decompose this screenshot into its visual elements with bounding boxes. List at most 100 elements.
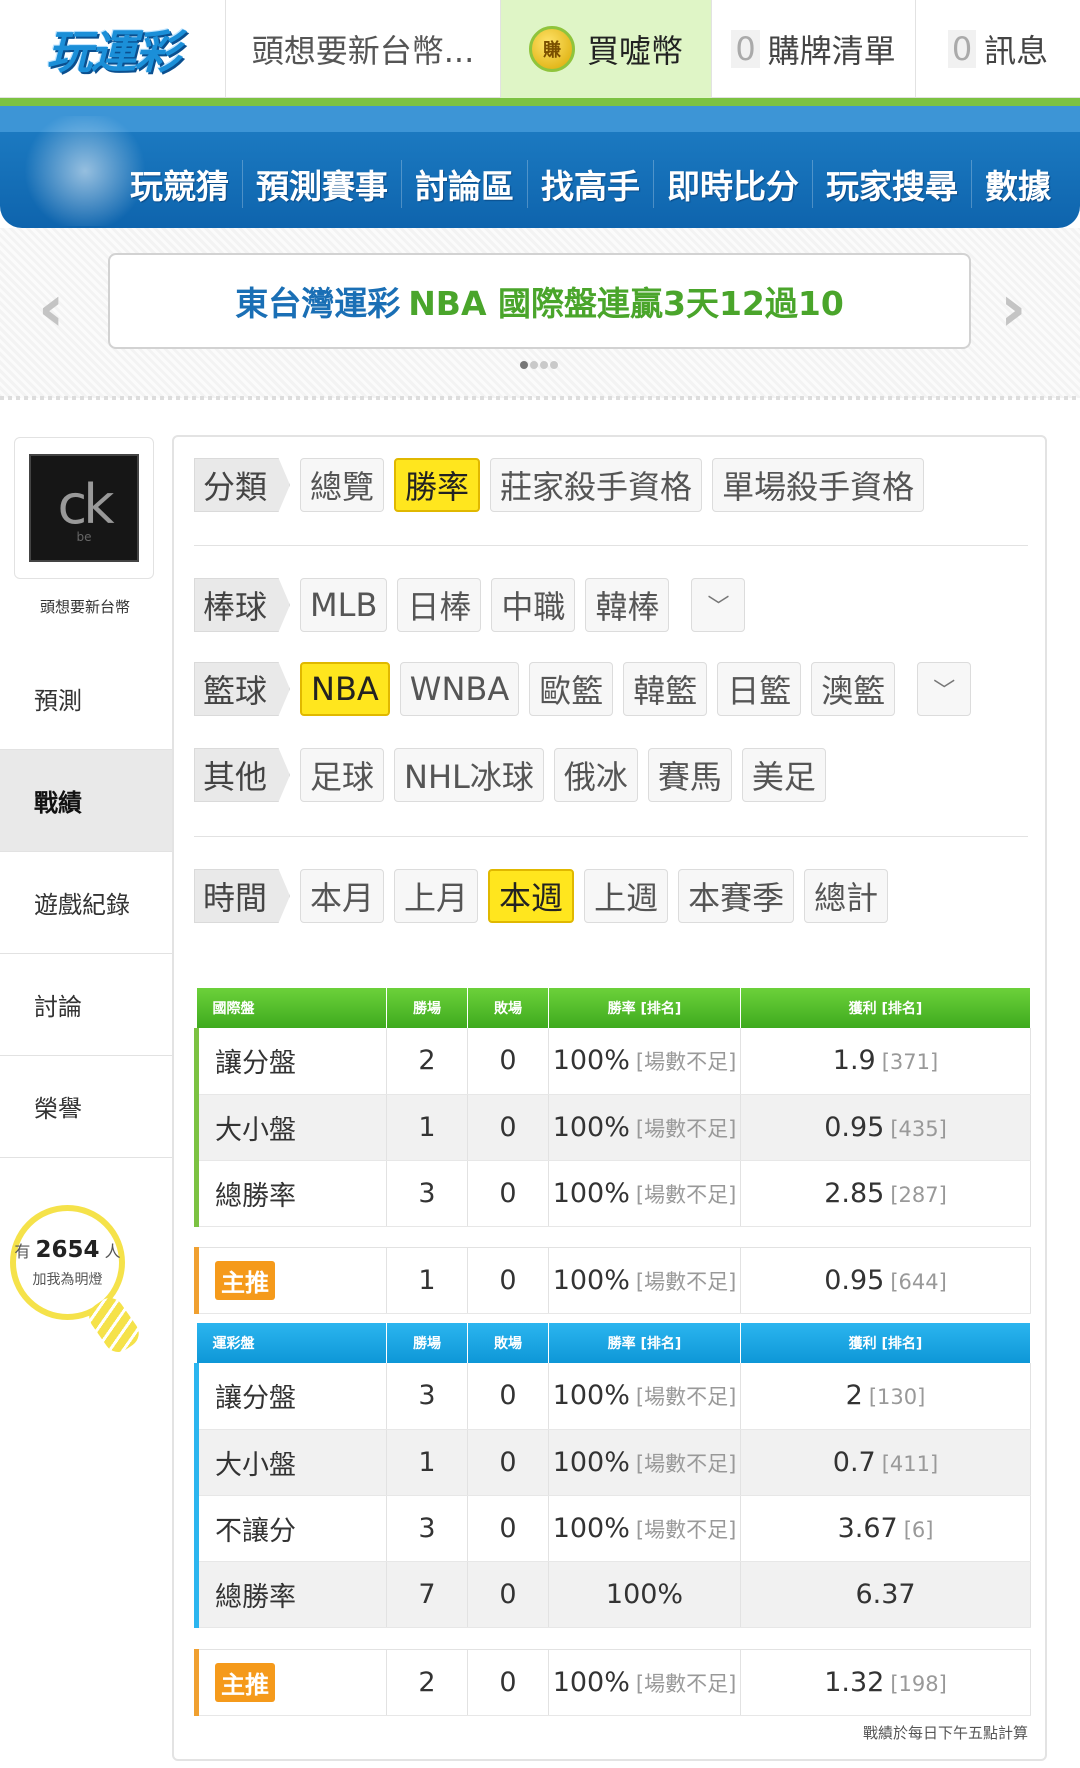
loss-count: 0 [467, 1495, 549, 1562]
win-count: 1 [386, 1247, 468, 1314]
sidebar-item-predict[interactable]: 預測 [0, 648, 174, 750]
league-bjl[interactable]: 日籃 [717, 662, 802, 716]
carousel-dot[interactable] [530, 361, 538, 369]
chevron-down-icon[interactable]: ﹀ [691, 578, 746, 632]
win-rate-cell: 100% [場數不足] [548, 1363, 741, 1430]
profit-rank: [130] [868, 1385, 926, 1410]
table-row: 不讓分 3 0 100% [場數不足] 3.67 [6] [194, 1495, 1031, 1562]
league-kbo[interactable]: 韓棒 [585, 578, 670, 632]
league-mlb[interactable]: MLB [300, 578, 388, 632]
league-soccer[interactable]: 足球 [300, 748, 385, 802]
sidebar-item-discuss[interactable]: 討論 [0, 954, 174, 1056]
fans-count: 有 2654 人 [14, 1237, 120, 1263]
loss-count: 0 [467, 1363, 549, 1430]
nav-item-player-search[interactable]: 玩家搜尋 [812, 160, 971, 208]
loss-count: 0 [467, 1429, 549, 1496]
table-row: 大小盤 1 0 100% [場數不足] 0.7 [411] [194, 1429, 1031, 1496]
carousel-dot[interactable] [550, 361, 558, 369]
nav-item-forum[interactable]: 討論區 [401, 160, 527, 208]
win-count: 3 [386, 1160, 468, 1227]
sidebar-item-game-log[interactable]: 遊戲紀錄 [0, 852, 174, 954]
league-nba[interactable]: NBA [300, 662, 390, 716]
banner-achievement: NBA 國際盤連贏3天12過10 [408, 284, 844, 323]
nav-item-experts[interactable]: 找高手 [527, 160, 653, 208]
league-euro[interactable]: 歐籃 [529, 662, 614, 716]
league-nhl[interactable]: NHL冰球 [394, 748, 544, 802]
league-nbl[interactable]: 澳籃 [811, 662, 896, 716]
buy-coin-label: 買噓幣 [586, 32, 683, 70]
baseball-label: 棒球 [194, 578, 291, 632]
period-season[interactable]: 本賽季 [678, 869, 795, 923]
main-pick-cell: 主推 [194, 1649, 387, 1716]
time-filter: 時間 本月 上月 本週 上週 本賽季 總計 [194, 869, 898, 923]
profit-rank: [411] [881, 1451, 939, 1476]
win-rate: 100% [552, 1265, 630, 1296]
win-rate: 100% [552, 1512, 630, 1544]
profit: 2 [845, 1380, 863, 1412]
fans-unit: 人 [104, 1241, 121, 1261]
win-rate-rank: [場數不足] [635, 1451, 737, 1476]
profit-cell: 1.9 [371] [740, 1028, 1031, 1095]
nav-item-guess[interactable]: 玩競猜 [120, 160, 242, 208]
league-cpbl[interactable]: 中職 [491, 578, 576, 632]
loss-count: 0 [467, 1094, 549, 1161]
banner-headline[interactable]: 東台灣運彩 NBA 國際盤連贏3天12過10 [108, 253, 971, 349]
tab-bookie-killer[interactable]: 莊家殺手資格 [490, 458, 703, 512]
profit: 2.85 [824, 1177, 885, 1209]
chevron-down-icon[interactable]: ﹀ [917, 662, 972, 716]
win-rate-cell: 100% [場數不足] [548, 1495, 741, 1562]
period-this-month[interactable]: 本月 [300, 869, 385, 923]
site-logo[interactable]: 玩運彩 [0, 0, 226, 98]
tab-overview[interactable]: 總覽 [300, 458, 385, 512]
main-pick-badge: 主推 [215, 1261, 275, 1300]
profit: 1.9 [832, 1045, 876, 1077]
period-this-week[interactable]: 本週 [488, 869, 575, 923]
league-khl[interactable]: 俄冰 [553, 748, 638, 802]
cart-button[interactable]: 0 購牌清單 [712, 0, 916, 98]
top-bar: 玩運彩 頭想要新台幣... 賺 買噓幣 0 購牌清單 0 訊息 [0, 0, 1080, 98]
coin-icon: 賺 [528, 26, 575, 72]
profit: 0.95 [824, 1265, 885, 1296]
sidebar-item-record[interactable]: 戰績 [0, 750, 176, 852]
period-last-week[interactable]: 上週 [584, 869, 669, 923]
buy-coin-button[interactable]: 賺 買噓幣 [501, 0, 712, 98]
nav-item-data[interactable]: 數據 [971, 160, 1064, 208]
tab-win-rate[interactable]: 勝率 [394, 458, 481, 512]
nav-item-live-score[interactable]: 即時比分 [653, 160, 812, 208]
logo-text: 玩運彩 [46, 25, 181, 79]
win-rate-cell: 100% [場數不足] [548, 1160, 741, 1227]
league-horse-racing[interactable]: 賽馬 [647, 748, 732, 802]
league-npb[interactable]: 日棒 [397, 578, 482, 632]
period-last-month[interactable]: 上月 [394, 869, 479, 923]
league-kbl[interactable]: 韓籃 [623, 662, 708, 716]
win-rate-cell: 100% [548, 1561, 741, 1628]
tab-single-killer[interactable]: 單場殺手資格 [712, 458, 925, 512]
carousel-dot[interactable] [540, 361, 548, 369]
win-count: 1 [386, 1094, 468, 1161]
chevron-left-icon[interactable]: ‹ [38, 272, 64, 346]
win-rate-cell: 100% [場數不足] [548, 1649, 741, 1716]
user-menu[interactable]: 頭想要新台幣... [226, 0, 501, 98]
avatar[interactable]: ck be [14, 437, 154, 579]
divider [194, 545, 1028, 546]
win-rate-rank: [場數不足] [635, 1050, 737, 1075]
league-wnba[interactable]: WNBA [399, 662, 520, 716]
banner-divider [0, 396, 1080, 400]
win-rate-cell: 100% [場數不足] [548, 1028, 741, 1095]
basketball-label: 籃球 [194, 662, 291, 716]
league-nfl[interactable]: 美足 [741, 748, 826, 802]
category-filter: 分類 總覽 勝率 莊家殺手資格 單場殺手資格 [194, 458, 934, 512]
row-label: 不讓分 [194, 1495, 387, 1562]
table-row: 讓分盤 2 0 100% [場數不足] 1.9 [371] [194, 1028, 1031, 1095]
chevron-right-icon[interactable]: › [1000, 272, 1026, 346]
carousel-dot[interactable] [520, 361, 528, 369]
table-row: 主推 1 0 100% [場數不足] 0.95 [644] [194, 1247, 1031, 1314]
period-total[interactable]: 總計 [804, 869, 889, 923]
banner-carousel: ‹ 東台灣運彩 NBA 國際盤連贏3天12過10 › [0, 228, 1080, 398]
sidebar-item-honor[interactable]: 榮譽 [0, 1056, 174, 1158]
messages-button[interactable]: 0 訊息 [916, 0, 1080, 98]
nav-item-predict[interactable]: 預測賽事 [242, 160, 401, 208]
col-header: 運彩盤 [196, 1323, 387, 1363]
win-rate: 100% [552, 1446, 630, 1478]
win-rate: 100% [552, 1111, 630, 1143]
